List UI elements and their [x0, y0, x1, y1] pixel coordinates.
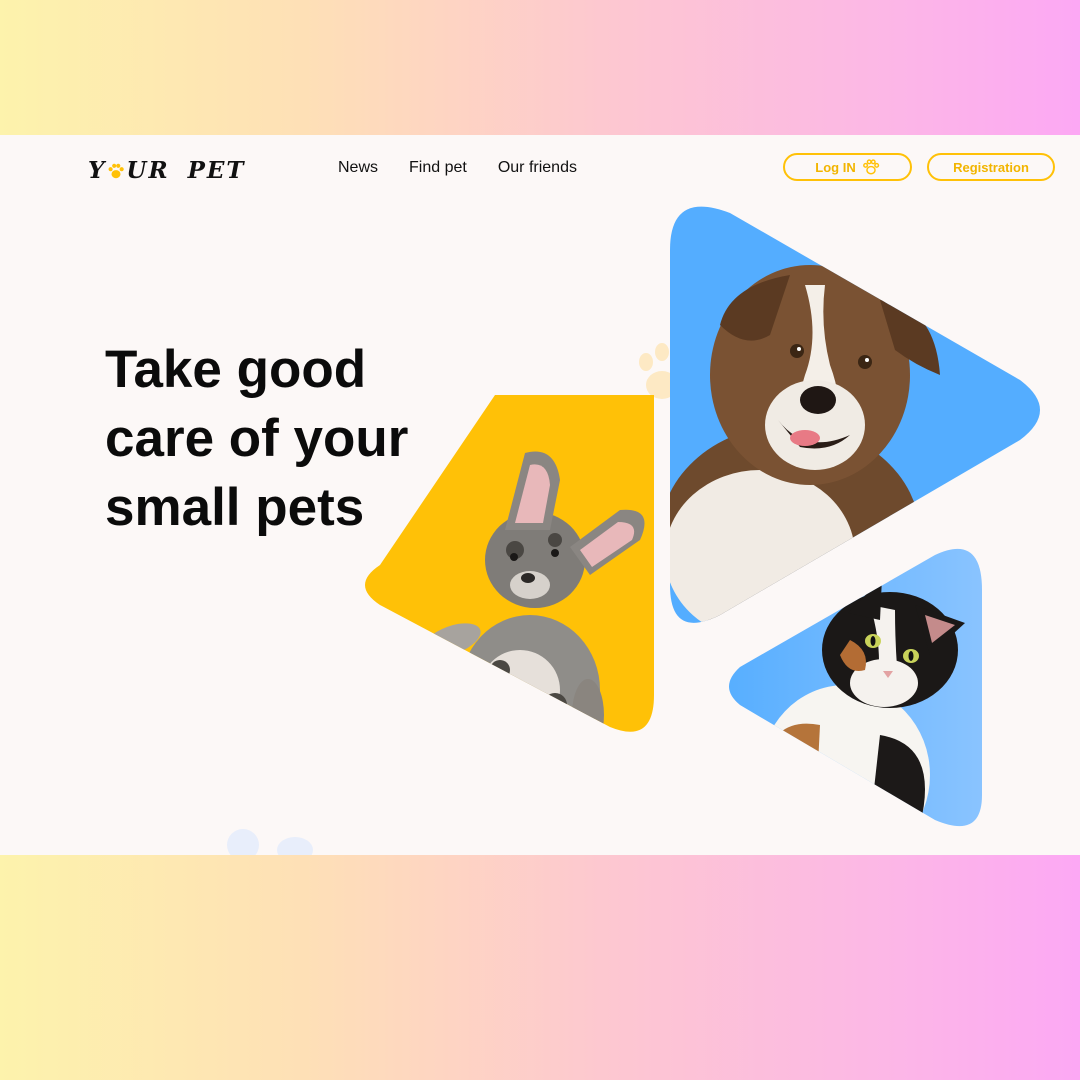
- dog-card: [670, 206, 1040, 623]
- puppy-card: [365, 395, 654, 732]
- page: Y UR PET News Find pet Our friends Log I…: [0, 135, 1080, 855]
- hero-illustration: [365, 206, 1040, 827]
